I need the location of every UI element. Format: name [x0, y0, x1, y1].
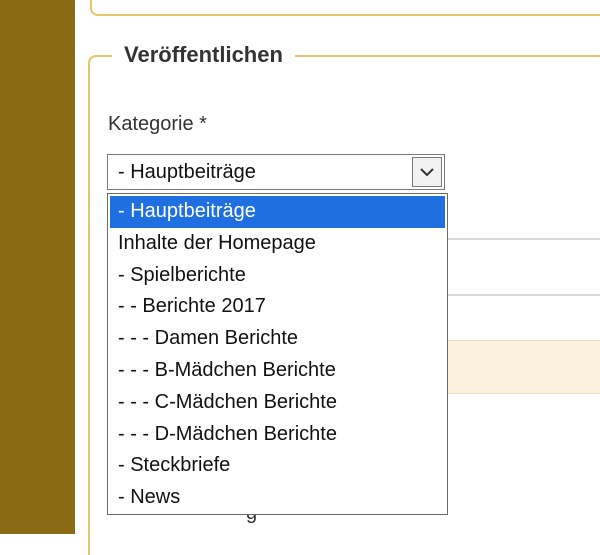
- dropdown-option-d-maedchen-berichte[interactable]: - - - D-Mädchen Berichte: [108, 419, 447, 451]
- category-select[interactable]: - Hauptbeiträge: [107, 154, 445, 190]
- dropdown-option-hauptbeitraege[interactable]: - Hauptbeiträge: [110, 196, 445, 228]
- dropdown-option-spielberichte[interactable]: - Spielberichte: [108, 260, 447, 292]
- dropdown-option-b-maedchen-berichte[interactable]: - - - B-Mädchen Berichte: [108, 355, 447, 387]
- hidden-field-border: [440, 238, 600, 240]
- fieldset-legend: Veröffentlichen: [112, 40, 295, 70]
- dropdown-option-damen-berichte[interactable]: - - - Damen Berichte: [108, 323, 447, 355]
- dropdown-option-news[interactable]: - News: [108, 482, 447, 514]
- left-sidebar-strip: [0, 0, 75, 534]
- dropdown-option-c-maedchen-berichte[interactable]: - - - C-Mädchen Berichte: [108, 387, 447, 419]
- chevron-down-icon[interactable]: [412, 157, 442, 187]
- dropdown-option-inhalte-homepage[interactable]: Inhalte der Homepage: [108, 228, 447, 260]
- category-dropdown-list: - Hauptbeiträge Inhalte der Homepage - S…: [107, 193, 448, 515]
- hidden-field-border: [440, 294, 600, 296]
- dropdown-option-steckbriefe[interactable]: - Steckbriefe: [108, 450, 447, 482]
- dropdown-option-berichte-2017[interactable]: - - Berichte 2017: [108, 291, 447, 323]
- previous-fieldset-border: [90, 0, 600, 16]
- chevron-down-icon-glyph: [420, 168, 434, 177]
- category-select-value: - Hauptbeiträge: [118, 161, 256, 183]
- hidden-notice-band: [440, 340, 600, 394]
- category-label: Kategorie *: [108, 113, 207, 135]
